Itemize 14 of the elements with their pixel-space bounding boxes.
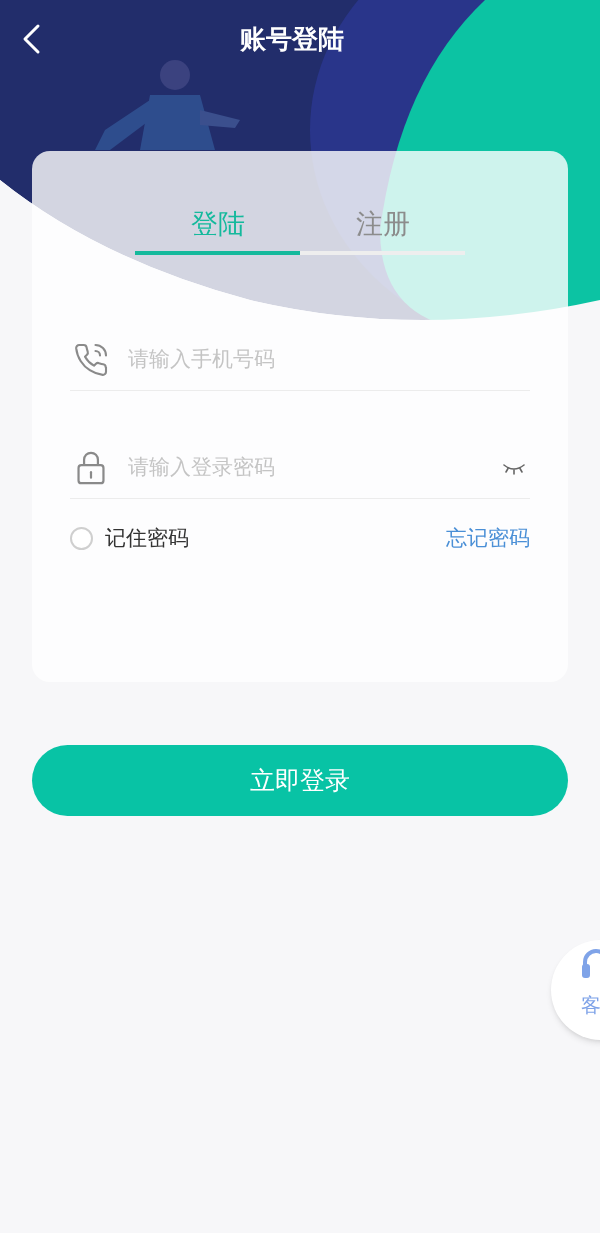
- page-title: 账号登陆: [240, 22, 344, 56]
- tab[interactable]: 注册: [300, 197, 465, 255]
- tab[interactable]: 登陆: [135, 197, 300, 255]
- back-icon: [21, 23, 41, 55]
- support-label: 客: [581, 992, 600, 1019]
- input-field[interactable]: 请输入登录密码: [128, 451, 486, 484]
- remember-label: 记住密码: [105, 525, 189, 552]
- support-button[interactable]: 客: [551, 940, 600, 1040]
- remember-checkbox[interactable]: [70, 527, 93, 551]
- lock-icon: [75, 449, 107, 486]
- forgot-password-link[interactable]: 忘记密码: [446, 523, 530, 555]
- login-button[interactable]: 立即登录: [32, 745, 568, 816]
- phone-icon: [73, 341, 109, 378]
- input-field[interactable]: 请输入手机号码: [128, 343, 530, 376]
